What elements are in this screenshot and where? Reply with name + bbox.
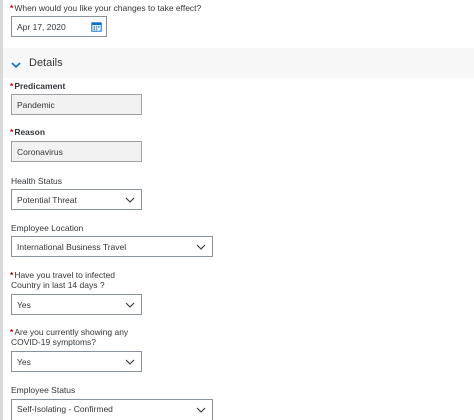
travel-question-label-line2: Country in last 14 days ? [11,280,105,290]
chevron-down-icon[interactable] [10,58,22,70]
chevron-down-icon[interactable] [123,295,137,314]
predicament-label: *Predicament [10,81,66,91]
travel-question-label: *Have you travel to infected [10,270,115,280]
chevron-down-icon[interactable] [123,352,137,371]
chevron-down-icon[interactable] [194,237,208,256]
effective-date-input[interactable]: Apr 17, 2020 [11,16,107,37]
form-container: *When would you like your changes to tak… [0,0,474,420]
details-section-header[interactable] [3,48,474,78]
required-asterisk: * [10,327,14,337]
chevron-down-icon[interactable] [194,400,208,420]
required-asterisk: * [10,127,14,137]
required-asterisk: * [10,81,14,91]
required-asterisk: * [10,270,14,280]
symptoms-question-label: *Are you currently showing any [10,327,129,337]
health-status-label: Health Status [11,176,63,186]
section-title: Details [29,57,63,69]
employee-location-label: Employee Location [11,223,84,233]
predicament-field: Pandemic [11,94,142,115]
calendar-icon[interactable] [89,17,103,36]
employee-status-select[interactable]: Self-Isolating - Confirmed [11,399,213,420]
symptoms-question-label-line2: COVID-19 symptoms? [11,337,97,347]
reason-label: *Reason [10,127,46,137]
reason-field: Coronavirus [11,141,142,162]
employee-status-label: Employee Status [11,385,76,395]
effective-date-label: *When would you like your changes to tak… [10,3,202,13]
required-asterisk: * [10,3,14,13]
symptoms-select[interactable]: Yes [11,351,142,372]
chevron-down-icon[interactable] [123,190,137,209]
health-status-select[interactable]: Potential Threat [11,189,142,210]
travel-select[interactable]: Yes [11,294,142,315]
employee-location-select[interactable]: International Business Travel [11,236,213,257]
